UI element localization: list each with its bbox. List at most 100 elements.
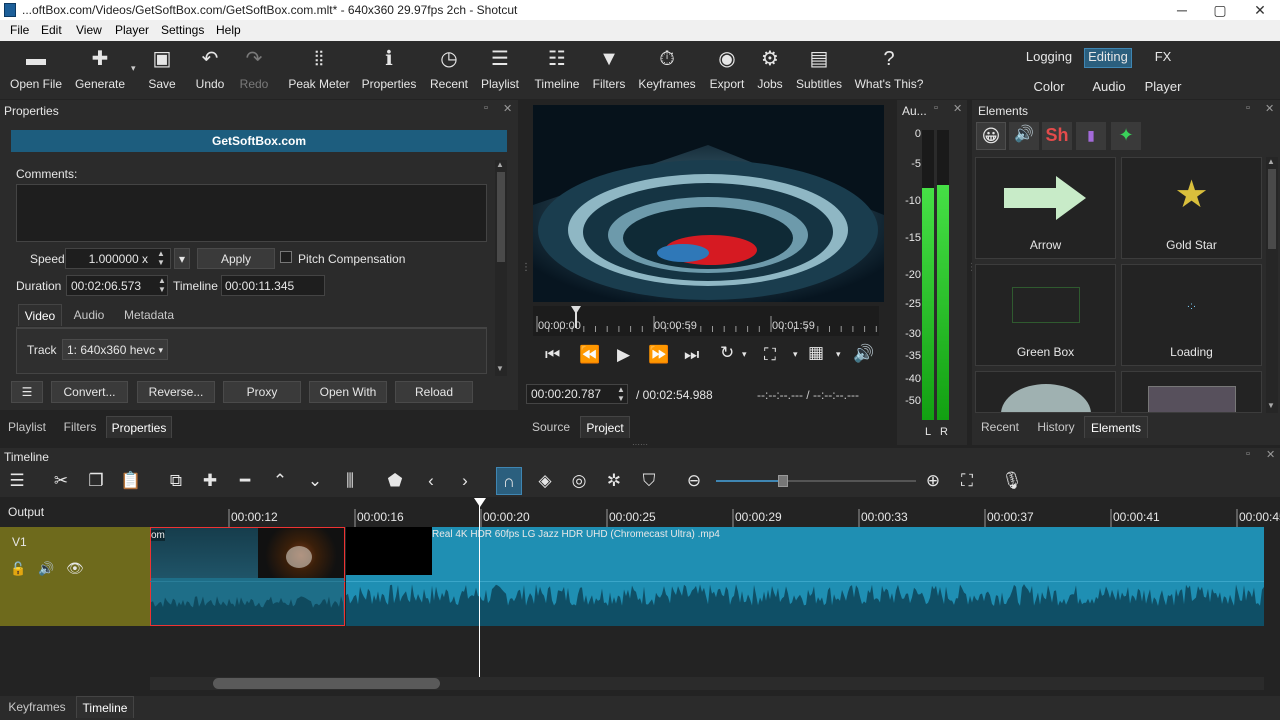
generate-dropdown-icon[interactable]: ▾ — [131, 63, 136, 74]
duration-field[interactable]: 00:02:06.573 — [66, 275, 168, 296]
tab-source[interactable]: Source — [526, 416, 576, 438]
tab-history[interactable]: History — [1030, 416, 1082, 438]
tab-project[interactable]: Project — [580, 416, 630, 438]
next-marker-icon[interactable]: › — [452, 471, 478, 491]
tab-timeline[interactable]: Timeline — [76, 696, 134, 718]
overwrite-icon[interactable]: ⌄ — [302, 471, 328, 491]
fast-forward-icon[interactable]: ⏩ — [648, 345, 669, 365]
grid-dropdown-icon[interactable]: ▾ — [836, 349, 841, 360]
keyframes-button[interactable]: ⏱ Keyframes — [636, 41, 698, 99]
close-icon[interactable]: ✕ — [1240, 0, 1280, 20]
video-preview[interactable] — [533, 105, 884, 302]
reload-button[interactable]: Reload — [395, 381, 473, 403]
close-panel-icon[interactable]: ✕ — [1265, 102, 1274, 115]
timeline-menu-icon[interactable]: ☰ — [4, 471, 30, 491]
timeline-clip-selected[interactable]: om — [150, 527, 345, 626]
maximize-icon[interactable]: ▢ — [1200, 0, 1240, 20]
layout-fx[interactable]: FX — [1148, 49, 1178, 67]
layout-editing[interactable]: Editing — [1084, 48, 1132, 68]
layout-color[interactable]: Color — [1028, 79, 1070, 97]
splitter-handle[interactable]: ⋮ — [521, 262, 531, 273]
menu-file[interactable]: File — [10, 23, 29, 37]
redo-button[interactable]: ↷ Redo — [236, 41, 272, 99]
timeline-ruler[interactable]: 00:00:12 00:00:16 00:00:20 00:00:25 00:0… — [150, 497, 1280, 527]
convert-button[interactable]: Convert... — [51, 381, 128, 403]
whats-this-button[interactable]: ? What's This? — [854, 41, 924, 99]
menu-edit[interactable]: Edit — [41, 23, 62, 37]
player-playhead[interactable] — [571, 306, 581, 328]
volume-icon[interactable]: 🔊 — [853, 344, 874, 364]
export-button[interactable]: ◉ Export — [706, 41, 748, 99]
close-panel-icon[interactable]: ✕ — [1266, 448, 1275, 461]
speed-field[interactable]: 1.000000 x — [65, 248, 171, 269]
close-panel-icon[interactable]: ✕ — [503, 102, 512, 115]
grid-icon[interactable]: ▦ — [808, 343, 824, 363]
clip-name-field[interactable]: GetSoftBox.com — [11, 130, 507, 152]
mute-icon[interactable]: 🔊 — [38, 561, 54, 577]
add-icon[interactable]: ✚ — [197, 471, 223, 491]
ripple-icon[interactable]: ◎ — [566, 471, 592, 491]
text-category-icon[interactable]: Sh — [1042, 122, 1072, 150]
player-scrub-bar[interactable]: 00:00:00 00:00:59 00:01:59 — [533, 306, 879, 336]
tab-video[interactable]: Video — [18, 304, 62, 326]
previous-marker-icon[interactable]: ‹ — [418, 471, 444, 491]
save-button[interactable]: ▣ Save — [144, 41, 180, 99]
filters-button[interactable]: ▼ Filters — [590, 41, 628, 99]
proxy-button[interactable]: Proxy — [223, 381, 301, 403]
zoom-fit-timeline-icon[interactable]: ⛶ — [954, 471, 980, 491]
layout-logging[interactable]: Logging — [1022, 49, 1076, 67]
pitch-compensation-checkbox[interactable] — [280, 251, 292, 263]
scrub-icon[interactable]: ◈ — [532, 471, 558, 491]
generate-button[interactable]: ✚ Generate — [72, 41, 128, 99]
shape-category-icon[interactable]: ✦ — [1111, 122, 1141, 150]
undo-button[interactable]: ↶ Undo — [192, 41, 228, 99]
audio-category-icon[interactable]: 🔊 — [1009, 122, 1039, 150]
menu-view[interactable]: View — [76, 23, 102, 37]
open-with-button[interactable]: Open With — [309, 381, 387, 403]
position-timecode-field[interactable]: 00:00:20.787 — [526, 384, 628, 404]
layout-player[interactable]: Player — [1142, 79, 1184, 97]
position-spin-icon[interactable]: ▲ ▼ — [617, 385, 625, 403]
tab-keyframes[interactable]: Keyframes — [2, 696, 72, 718]
float-panel-icon[interactable]: ▫ — [1246, 102, 1250, 114]
remove-icon[interactable]: ━ — [232, 471, 258, 491]
zoom-slider[interactable] — [716, 475, 916, 487]
layout-audio[interactable]: Audio — [1088, 79, 1130, 97]
elements-scrollbar[interactable]: ▲ ▼ — [1266, 157, 1278, 413]
properties-button[interactable]: ℹ Properties — [360, 41, 418, 99]
track-header-v1[interactable]: V1 🔓 🔊 👁 — [0, 527, 150, 626]
tab-recent[interactable]: Recent — [974, 416, 1026, 438]
float-panel-icon[interactable]: ▫ — [1246, 448, 1250, 460]
reverse-button[interactable]: Reverse... — [137, 381, 215, 403]
loop-dropdown-icon[interactable]: ▾ — [742, 349, 747, 360]
speed-preset-dropdown[interactable]: ▾ — [174, 248, 190, 269]
element-ellipse[interactable] — [975, 371, 1116, 413]
timeline-field[interactable]: 00:00:11.345 — [221, 275, 325, 296]
lock-icon[interactable]: 🔓 — [10, 561, 26, 577]
element-gold-star[interactable]: ★ Gold Star — [1121, 157, 1262, 259]
minimize-icon[interactable]: ─ — [1162, 0, 1202, 20]
element-loading[interactable]: ·:· Loading — [1121, 264, 1262, 366]
lift-icon[interactable]: ⌃ — [267, 471, 293, 491]
zoom-fit-icon[interactable]: ⛶ — [764, 345, 776, 365]
play-icon[interactable]: ▶ — [617, 345, 630, 365]
zoom-dropdown-icon[interactable]: ▾ — [793, 349, 798, 360]
loop-icon[interactable]: ↻ — [720, 343, 734, 363]
comments-field[interactable] — [16, 184, 487, 242]
playlist-button[interactable]: ☰ Playlist — [478, 41, 522, 99]
timeline-playhead[interactable] — [474, 497, 486, 677]
open-file-button[interactable]: ▬ Open File — [6, 41, 66, 99]
ripple-all-icon[interactable]: ✲ — [601, 471, 627, 491]
tab-elements[interactable]: Elements — [1084, 416, 1148, 438]
tab-audio[interactable]: Audio — [66, 304, 112, 326]
transition-category-icon[interactable]: ▮ — [1076, 122, 1106, 150]
timeline-button[interactable]: ☷ Timeline — [532, 41, 582, 99]
float-panel-icon[interactable]: ▫ — [934, 102, 938, 114]
close-panel-icon[interactable]: ✕ — [953, 102, 962, 115]
eye-icon[interactable]: 👁 — [66, 560, 84, 577]
tab-properties[interactable]: Properties — [106, 416, 172, 438]
properties-scrollbar[interactable]: ▲ ▼ — [495, 160, 507, 376]
menu-settings[interactable]: Settings — [161, 23, 204, 37]
element-box[interactable] — [1121, 371, 1262, 413]
menu-hamburger-button[interactable]: ☰ — [11, 381, 43, 403]
